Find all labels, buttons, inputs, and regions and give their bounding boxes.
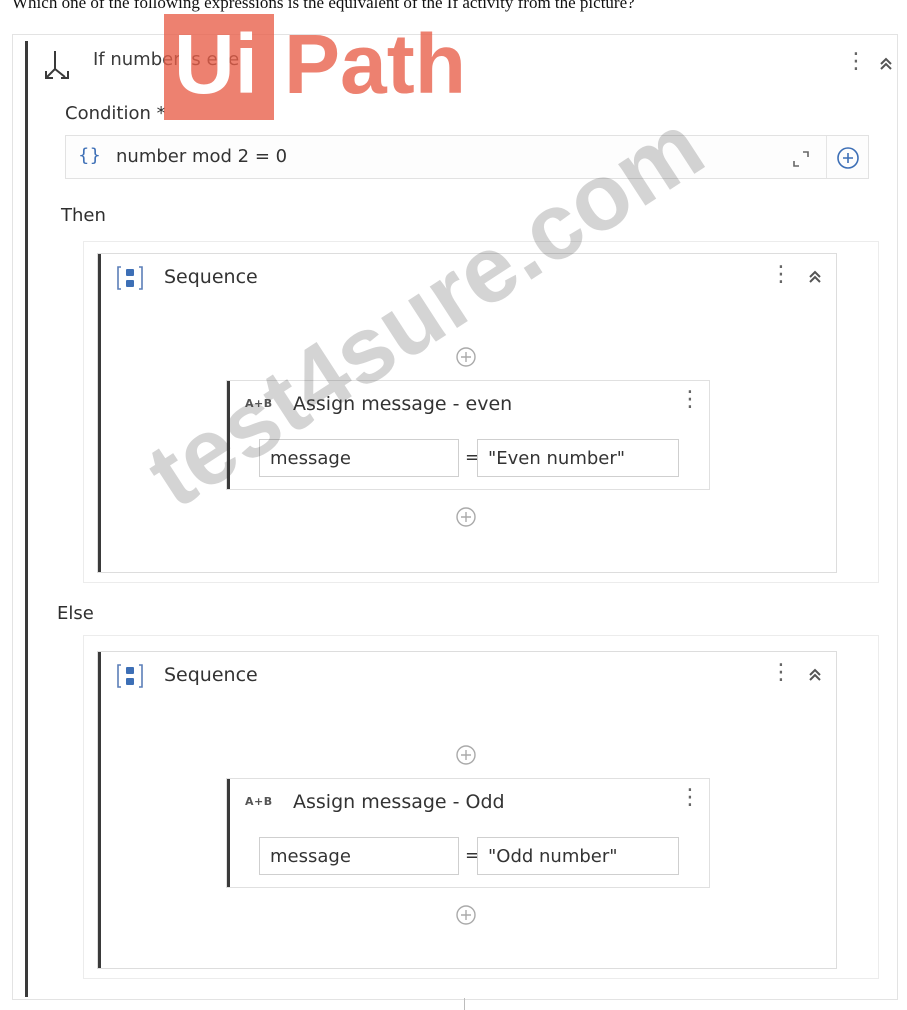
- sequence-icon: [117, 266, 143, 290]
- connector-tick: [464, 998, 465, 1010]
- assign-value-field[interactable]: "Even number": [477, 439, 679, 477]
- add-circle-icon[interactable]: [455, 346, 477, 368]
- if-activity-card[interactable]: If number is even ⋮ Condition * {} numbe…: [12, 34, 898, 1000]
- assign-icon: A+B: [245, 795, 273, 808]
- more-vertical-icon[interactable]: ⋮: [770, 264, 792, 286]
- if-activity-rail: [25, 41, 28, 997]
- add-circle-icon[interactable]: [455, 904, 477, 926]
- more-vertical-icon[interactable]: ⋮: [679, 389, 701, 411]
- else-sequence-rail: [98, 652, 101, 968]
- assign-even-rail: [227, 381, 230, 489]
- more-vertical-icon[interactable]: ⋮: [679, 787, 701, 809]
- then-sequence-rail: [98, 254, 101, 572]
- condition-label: Condition *: [65, 103, 166, 124]
- assign-odd-rail: [227, 779, 230, 887]
- more-vertical-icon[interactable]: ⋮: [770, 662, 792, 684]
- add-circle-icon[interactable]: [836, 146, 860, 170]
- then-label: Then: [61, 205, 106, 226]
- question-text: Which one of the following expressions i…: [12, 0, 635, 12]
- chevron-double-up-icon[interactable]: [806, 268, 824, 286]
- else-label: Else: [57, 603, 94, 624]
- assign-odd-card[interactable]: A+B Assign message - Odd ⋮ message = "Od…: [226, 778, 710, 888]
- branch-arrow-icon: [45, 51, 69, 79]
- expression-braces-icon: {}: [78, 145, 101, 166]
- condition-expression[interactable]: number mod 2 = 0: [116, 146, 287, 167]
- sequence-icon: [117, 664, 143, 688]
- assign-even-title[interactable]: Assign message - even: [293, 393, 512, 415]
- then-sequence-card[interactable]: Sequence ⋮ A+B Assign message - even ⋮ m…: [97, 253, 837, 573]
- chevron-double-up-icon[interactable]: [806, 666, 824, 684]
- assign-odd-title[interactable]: Assign message - Odd: [293, 791, 505, 813]
- add-circle-icon[interactable]: [455, 744, 477, 766]
- assign-even-card[interactable]: A+B Assign message - even ⋮ message = "E…: [226, 380, 710, 490]
- assign-to-field[interactable]: message: [259, 837, 459, 875]
- chevron-double-up-icon[interactable]: [877, 55, 895, 73]
- assign-to-field[interactable]: message: [259, 439, 459, 477]
- condition-divider: [826, 136, 827, 178]
- assign-icon: A+B: [245, 397, 273, 410]
- more-vertical-icon[interactable]: ⋮: [845, 51, 867, 73]
- add-circle-icon[interactable]: [455, 506, 477, 528]
- expand-icon[interactable]: [790, 148, 812, 170]
- condition-field[interactable]: {} number mod 2 = 0: [65, 135, 869, 179]
- if-activity-title[interactable]: If number is even: [93, 49, 251, 70]
- then-sequence-title[interactable]: Sequence: [164, 266, 258, 288]
- else-sequence-title[interactable]: Sequence: [164, 664, 258, 686]
- assign-value-field[interactable]: "Odd number": [477, 837, 679, 875]
- else-sequence-card[interactable]: Sequence ⋮ A+B Assign message - Odd ⋮ me…: [97, 651, 837, 969]
